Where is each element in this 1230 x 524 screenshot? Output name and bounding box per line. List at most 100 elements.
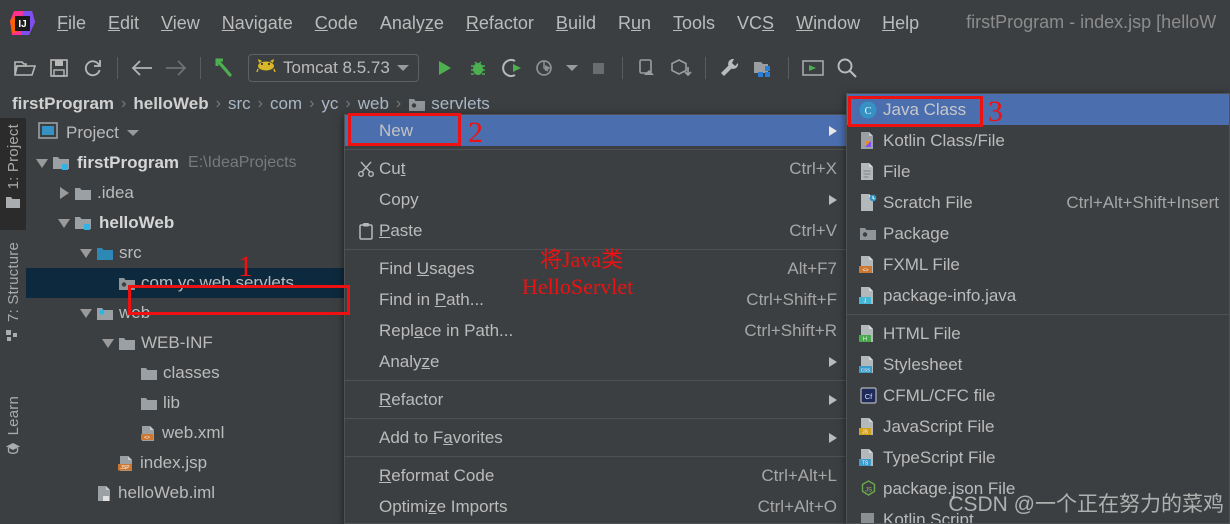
project-panel-label: Project [66,123,119,142]
debug-bug-icon[interactable] [461,51,495,85]
breadcrumb-item-helloweb[interactable]: helloWeb [133,94,208,114]
submenu-javascript-file[interactable]: JS JavaScript File [847,411,1229,442]
menu-item-file[interactable]: File [46,10,97,36]
sync-refresh-icon[interactable] [76,51,110,85]
context-menu-reformat-code[interactable]: Reformat Code Ctrl+Alt+L [345,460,849,491]
tree-twisty-expanded[interactable] [32,158,52,168]
tree-twisty-expanded[interactable] [98,338,118,348]
menu-item-navigate[interactable]: Navigate [211,10,304,36]
wrench-settings-icon[interactable] [713,51,747,85]
submenu-java-class[interactable]: C Java Class [847,94,1229,125]
profiler-dropdown-icon[interactable] [563,51,581,85]
submenu-scratch-file[interactable]: Scratch File Ctrl+Alt+Shift+Insert [847,187,1229,218]
menu-bar: IJ File Edit View Navigate Code Analyze Refact… [0,0,1230,45]
context-menu-cut[interactable]: Cut Ctrl+X [345,153,849,184]
breadcrumb-item-firstprogram[interactable]: firstProgram [12,94,114,114]
sidebar-item-learn[interactable]: Learn [0,390,26,480]
java-class-icon: C [858,100,878,120]
submenu-html-file[interactable]: H HTML File [847,318,1229,349]
file-icon [859,162,877,181]
chevron-down-icon[interactable] [126,130,139,136]
menu-item-vcs[interactable]: VCS [726,10,785,36]
menu-item-refactor[interactable]: Refactor [455,10,545,36]
context-menu-items: New Cut Ctrl+X Copy Paste Ctrl+V Find Usages Al… [345,115,849,522]
submenu-fxml-file[interactable]: <> FXML File [847,249,1229,280]
breadcrumb-item-src[interactable]: src [228,94,251,114]
search-icon[interactable] [830,51,864,85]
menu-item-code[interactable]: Code [304,10,369,36]
clipboard-paste-icon [353,222,379,240]
tree-row[interactable]: firstProgram E:\IdeaProjects [26,148,348,178]
context-menu-new[interactable]: New [345,115,849,146]
tree-row[interactable]: helloWeb [26,208,348,238]
context-menu-add-to-favorites[interactable]: Add to Favorites [345,422,849,453]
menu-item-help[interactable]: Help [871,10,930,36]
project-structure-icon[interactable] [747,51,781,85]
deploy-artifact-icon[interactable] [664,51,698,85]
menu-item-run[interactable]: Run [607,10,662,36]
tree-node-com-yc-web-servlets[interactable]: com.yc.web.servlets [26,268,348,298]
run-configuration-selector[interactable]: Tomcat 8.5.73 [248,53,419,82]
tree-twisty-expanded[interactable] [76,248,96,258]
tree-row[interactable]: classes [26,358,348,388]
submenu-package-info-java[interactable]: Jpackage-info.java [847,280,1229,311]
breadcrumb-item-com[interactable]: com [270,94,302,114]
update-app-icon[interactable] [630,51,664,85]
scissors-icon [353,160,379,178]
submenu-package[interactable]: Package [847,218,1229,249]
menu-item-window[interactable]: Window [785,10,871,36]
select-in-icon[interactable] [796,51,830,85]
intellij-idea-logo: IJ [8,8,38,38]
run-with-coverage-icon[interactable] [495,51,529,85]
tree-twisty-expanded[interactable] [54,218,74,228]
run-play-icon[interactable] [427,51,461,85]
tree-node-label: src [119,243,142,262]
save-icon[interactable] [42,51,76,85]
context-menu-copy[interactable]: Copy [345,184,849,215]
folder-icon [74,186,92,201]
menu-item-analyze[interactable]: Analyze [369,10,455,36]
iml-file-icon [96,485,113,502]
menu-item-edit[interactable]: Edit [97,10,150,36]
profiler-icon[interactable] [529,51,563,85]
breadcrumb-item-servlets[interactable]: servlets [408,94,490,114]
tree-row[interactable]: web [26,298,348,328]
chevron-down-icon[interactable] [396,64,409,71]
tree-row[interactable]: <> web.xml [26,418,348,448]
graduation-cap-icon [5,441,21,460]
submenu-item-label: Java Class [883,99,967,119]
sidebar-item-structure[interactable]: 7: Structure [0,236,26,366]
submenu-file[interactable]: File [847,156,1229,187]
menu-item-view[interactable]: View [150,10,211,36]
menu-item-build[interactable]: Build [545,10,607,36]
context-menu-analyze[interactable]: Analyze [345,346,849,377]
submenu-typescript-file[interactable]: TS TypeScript File [847,442,1229,473]
tree-row[interactable]: .idea [26,178,348,208]
submenu-kotlin-class-file[interactable]: Kotlin Class/File [847,125,1229,156]
tree-row[interactable]: WEB-INF [26,328,348,358]
project-panel-header[interactable]: Project [26,118,348,148]
submenu-stylesheet[interactable]: CSS Stylesheet [847,349,1229,380]
context-menu-paste[interactable]: Paste Ctrl+V [345,215,849,246]
context-menu-item-label: Replace in Path... [379,320,514,340]
forward-arrow-icon[interactable] [159,51,193,85]
tree-twisty-collapsed[interactable] [54,187,74,199]
submenu-cfml-cfc-file[interactable]: Cf CFML/CFC file [847,380,1229,411]
tree-row[interactable]: src [26,238,348,268]
sidebar-item-project[interactable]: 1: Project [0,118,26,230]
open-folder-icon[interactable] [8,51,42,85]
breadcrumb-item-yc[interactable]: yc [321,94,338,114]
breadcrumb-item-web[interactable]: web [358,94,389,114]
tree-row[interactable]: lib [26,388,348,418]
menu-item-tools[interactable]: Tools [662,10,726,36]
build-hammer-icon[interactable] [208,51,242,85]
tree-row[interactable]: helloWeb.iml [26,478,348,508]
tree-twisty-expanded[interactable] [76,308,96,318]
context-menu-refactor[interactable]: Refactor [345,384,849,415]
scratch-file-icon [859,193,878,212]
back-arrow-icon[interactable] [125,51,159,85]
context-menu-optimize-imports[interactable]: Optimize Imports Ctrl+Alt+O [345,491,849,522]
tree-row[interactable]: JSP index.jsp [26,448,348,478]
stop-icon[interactable] [581,51,615,85]
context-menu-replace-in-path[interactable]: Replace in Path... Ctrl+Shift+R [345,315,849,346]
